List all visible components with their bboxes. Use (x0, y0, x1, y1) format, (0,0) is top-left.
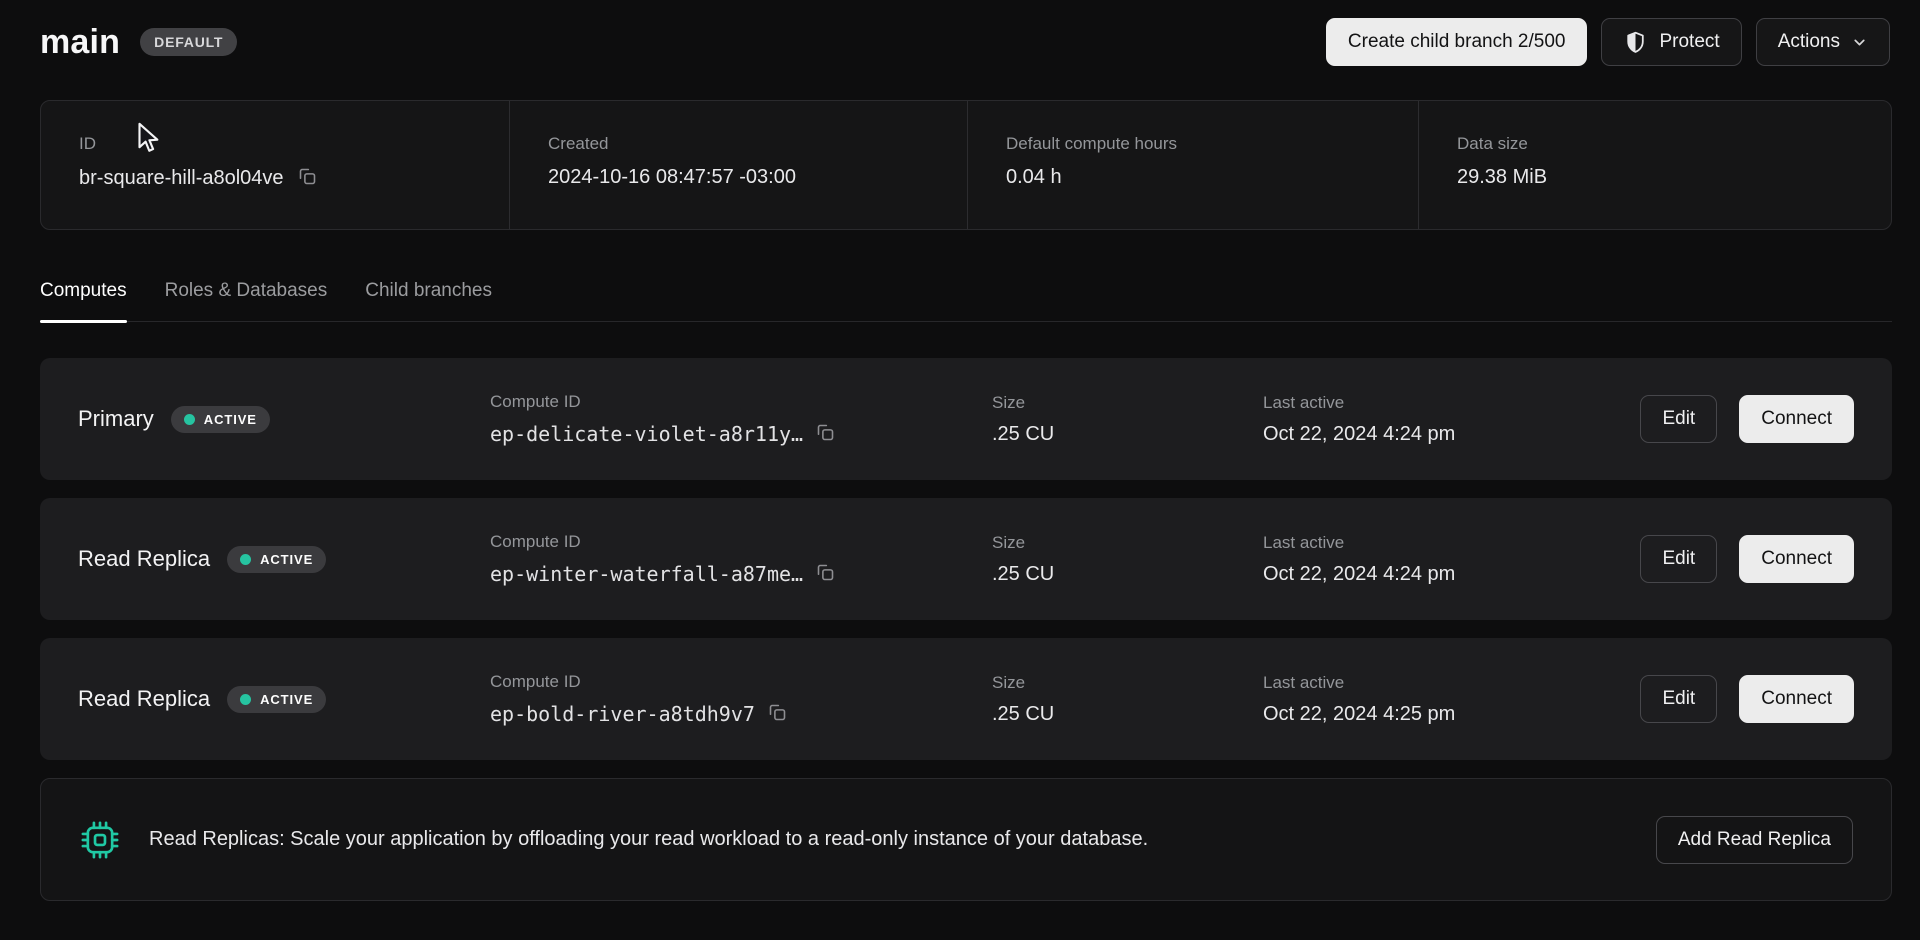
compute-name-cell: Primary ACTIVE (78, 406, 490, 433)
shield-icon (1623, 30, 1648, 55)
field-created: Created 2024-10-16 08:47:57 -03:00 (509, 101, 967, 229)
field-id-value: br-square-hill-a8ol04ve (79, 167, 284, 190)
field-id-label: ID (79, 134, 509, 154)
last-active-value: Oct 22, 2024 4:24 pm (1263, 423, 1640, 446)
actions-button[interactable]: Actions (1756, 18, 1890, 66)
compute-id-cell: Compute ID ep-winter-waterfall-a87me… (490, 532, 992, 586)
compute-row-read-replica-2: Read Replica ACTIVE Compute ID ep-bold-r… (40, 638, 1892, 760)
create-child-branch-label: Create child branch 2/500 (1348, 31, 1566, 53)
branch-details-card: ID br-square-hill-a8ol04ve Created 2024-… (40, 100, 1892, 230)
connect-button[interactable]: Connect (1739, 535, 1854, 583)
status-badge: ACTIVE (171, 406, 270, 433)
compute-name-cell: Read Replica ACTIVE (78, 546, 490, 573)
header-actions: Create child branch 2/500 Protect Action… (1326, 18, 1890, 66)
field-data-size: Data size 29.38 MiB (1418, 101, 1891, 229)
compute-row-primary: Primary ACTIVE Compute ID ep-delicate-vi… (40, 358, 1892, 480)
last-active-label: Last active (1263, 393, 1640, 413)
chevron-down-icon (1851, 34, 1868, 51)
actions-label: Actions (1778, 31, 1840, 53)
status-label: ACTIVE (260, 692, 313, 707)
compute-id-value: ep-delicate-violet-a8r11y… (490, 422, 803, 446)
last-active-cell: Last active Oct 22, 2024 4:24 pm (1263, 393, 1640, 446)
connect-button[interactable]: Connect (1739, 395, 1854, 443)
create-child-branch-button[interactable]: Create child branch 2/500 (1326, 18, 1588, 66)
last-active-cell: Last active Oct 22, 2024 4:24 pm (1263, 533, 1640, 586)
compute-name: Read Replica (78, 686, 210, 712)
edit-button[interactable]: Edit (1640, 675, 1717, 723)
compute-id-label: Compute ID (490, 392, 992, 412)
field-data-size-label: Data size (1457, 134, 1891, 154)
row-actions: Edit Connect (1640, 395, 1854, 443)
status-dot-icon (184, 414, 195, 425)
last-active-value: Oct 22, 2024 4:25 pm (1263, 703, 1640, 726)
branch-tabs: Computes Roles & Databases Child branche… (40, 280, 1892, 322)
size-value: .25 CU (992, 703, 1263, 726)
edit-button[interactable]: Edit (1640, 535, 1717, 583)
compute-id-label: Compute ID (490, 532, 992, 552)
row-actions: Edit Connect (1640, 535, 1854, 583)
connect-button[interactable]: Connect (1739, 675, 1854, 723)
compute-id-value: ep-bold-river-a8tdh9v7 (490, 702, 755, 726)
tab-child-branches[interactable]: Child branches (365, 280, 492, 321)
field-compute-hours: Default compute hours 0.04 h (967, 101, 1418, 229)
copy-branch-id-icon[interactable] (297, 166, 318, 190)
status-dot-icon (240, 554, 251, 565)
tab-computes[interactable]: Computes (40, 280, 127, 321)
compute-name: Primary (78, 406, 154, 432)
size-cell: Size .25 CU (992, 673, 1263, 726)
field-id: ID br-square-hill-a8ol04ve (41, 101, 509, 229)
add-read-replica-button[interactable]: Add Read Replica (1656, 816, 1853, 864)
size-cell: Size .25 CU (992, 393, 1263, 446)
compute-name-cell: Read Replica ACTIVE (78, 686, 490, 713)
field-data-size-value: 29.38 MiB (1457, 166, 1547, 189)
status-label: ACTIVE (204, 412, 257, 427)
page-title: main (40, 23, 120, 62)
size-label: Size (992, 533, 1263, 553)
status-badge: ACTIVE (227, 546, 326, 573)
last-active-cell: Last active Oct 22, 2024 4:25 pm (1263, 673, 1640, 726)
compute-id-value: ep-winter-waterfall-a87me… (490, 562, 803, 586)
copy-compute-id-icon[interactable] (767, 702, 788, 726)
compute-id-label: Compute ID (490, 672, 992, 692)
size-cell: Size .25 CU (992, 533, 1263, 586)
protect-button[interactable]: Protect (1601, 18, 1741, 66)
read-replica-banner: Read Replicas: Scale your application by… (40, 778, 1892, 901)
tab-roles-databases[interactable]: Roles & Databases (165, 280, 328, 321)
default-badge: DEFAULT (140, 28, 237, 56)
size-label: Size (992, 673, 1263, 693)
compute-id-cell: Compute ID ep-delicate-violet-a8r11y… (490, 392, 992, 446)
copy-compute-id-icon[interactable] (815, 562, 836, 586)
field-created-label: Created (548, 134, 967, 154)
status-label: ACTIVE (260, 552, 313, 567)
compute-id-cell: Compute ID ep-bold-river-a8tdh9v7 (490, 672, 992, 726)
field-created-value: 2024-10-16 08:47:57 -03:00 (548, 166, 796, 189)
field-compute-hours-value: 0.04 h (1006, 166, 1062, 189)
row-actions: Edit Connect (1640, 675, 1854, 723)
cpu-icon (79, 819, 121, 861)
last-active-label: Last active (1263, 673, 1640, 693)
size-value: .25 CU (992, 563, 1263, 586)
last-active-value: Oct 22, 2024 4:24 pm (1263, 563, 1640, 586)
size-value: .25 CU (992, 423, 1263, 446)
compute-row-read-replica-1: Read Replica ACTIVE Compute ID ep-winter… (40, 498, 1892, 620)
size-label: Size (992, 393, 1263, 413)
status-dot-icon (240, 694, 251, 705)
branch-header: main DEFAULT Create child branch 2/500 P… (0, 0, 1920, 66)
field-compute-hours-label: Default compute hours (1006, 134, 1418, 154)
compute-name: Read Replica (78, 546, 210, 572)
protect-label: Protect (1659, 31, 1719, 53)
last-active-label: Last active (1263, 533, 1640, 553)
title-group: main DEFAULT (40, 23, 237, 62)
copy-compute-id-icon[interactable] (815, 422, 836, 446)
status-badge: ACTIVE (227, 686, 326, 713)
read-replica-banner-text: Read Replicas: Scale your application by… (149, 828, 1148, 851)
edit-button[interactable]: Edit (1640, 395, 1717, 443)
